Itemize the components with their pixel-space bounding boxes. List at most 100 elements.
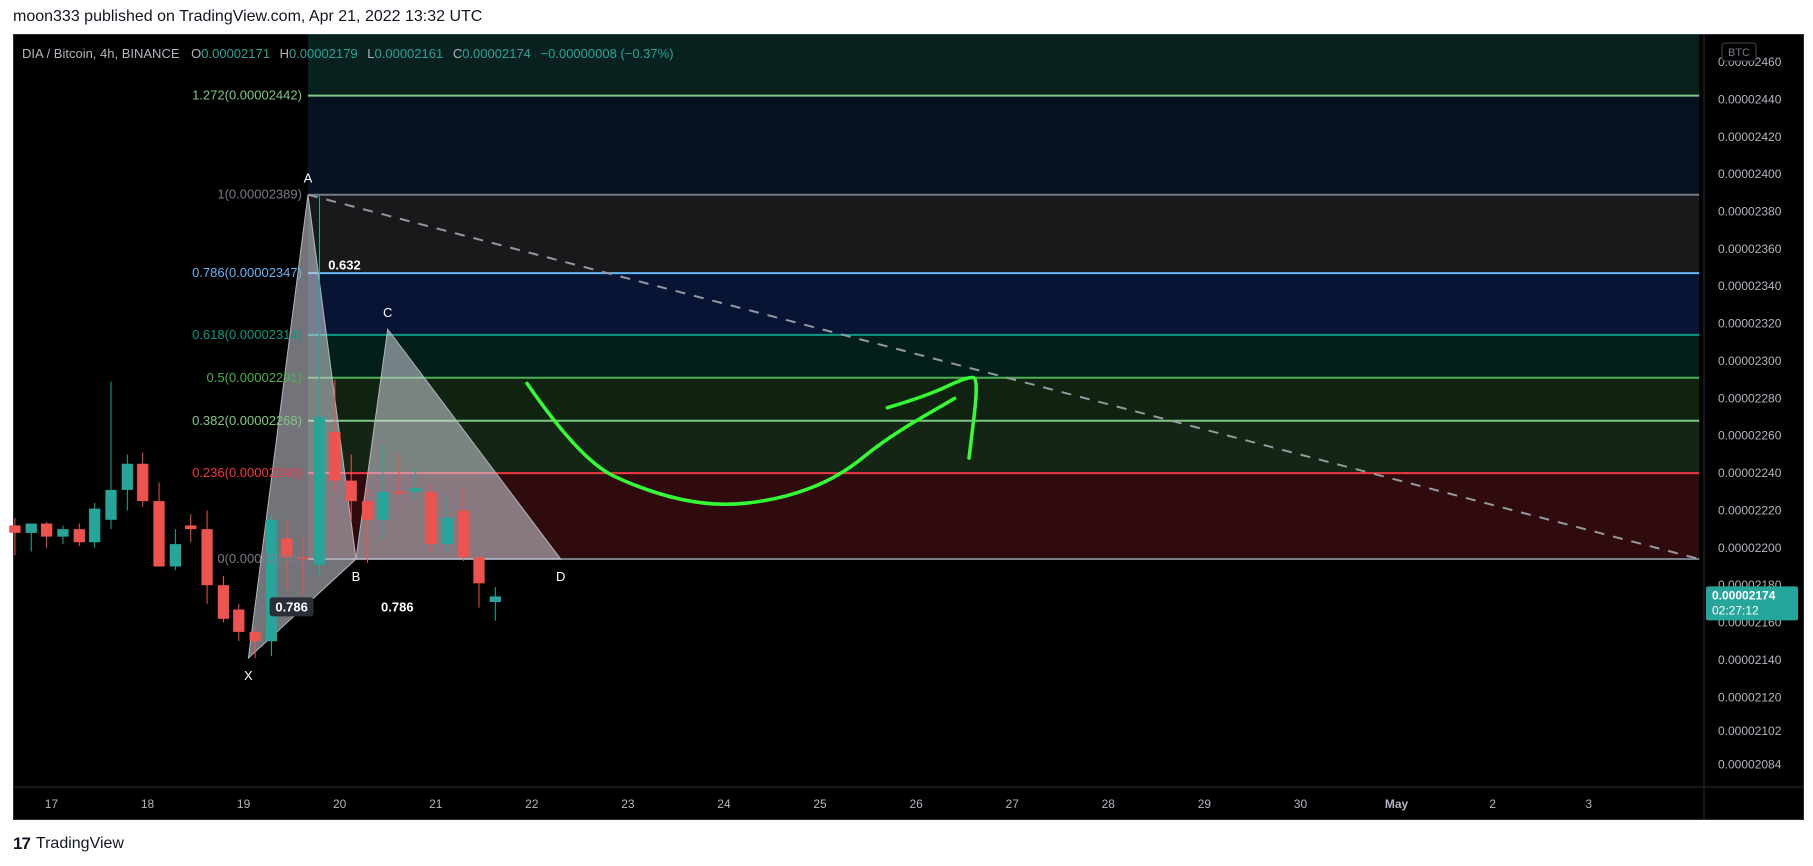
ratio-label-0: 0.786 <box>275 599 308 614</box>
legend-low-label: L <box>367 46 374 61</box>
legend-close: 0.00002174 <box>462 46 531 61</box>
svg-text:DIA / Bitcoin, 4h, BINANCE: DIA / Bitcoin, 4h, BINANCE O0.00002171 H… <box>22 46 674 61</box>
candle-body-3[interactable] <box>57 529 69 537</box>
y-tick-10: 0.00002260 <box>1718 429 1782 443</box>
x-tick-28: 28 <box>1102 797 1116 811</box>
y-tick-11: 0.00002240 <box>1718 466 1782 480</box>
candle-body-22[interactable] <box>361 501 374 520</box>
candle-body-0[interactable] <box>9 525 21 533</box>
fib-zones <box>307 34 1700 560</box>
y-tick-12: 0.00002220 <box>1718 503 1782 517</box>
x-tick-May: May <box>1385 797 1409 811</box>
y-tick-16: 0.00002140 <box>1718 653 1782 667</box>
x-tick-17: 17 <box>45 797 59 811</box>
candle-body-28[interactable] <box>457 510 470 558</box>
pattern-point-a: A <box>304 171 313 186</box>
legend-symbol: DIA / Bitcoin, 4h, BINANCE <box>22 46 180 61</box>
x-tick-18: 18 <box>141 797 155 811</box>
candle-body-24[interactable] <box>393 491 405 494</box>
fib-zone-3 <box>307 273 1700 335</box>
y-tick-3: 0.00002400 <box>1718 167 1782 181</box>
y-tick-17: 0.00002120 <box>1718 690 1782 704</box>
y-tick-8: 0.00002300 <box>1718 354 1782 368</box>
ratio-label-1: 0.632 <box>328 257 361 272</box>
tradingview-logo-icon: 17 <box>13 834 31 853</box>
price-tag-countdown: 02:27:12 <box>1712 603 1759 617</box>
fib-zone-6 <box>307 420 1700 474</box>
y-tick-5: 0.00002360 <box>1718 242 1782 256</box>
pattern-point-x: X <box>244 668 253 683</box>
candle-body-5[interactable] <box>89 508 101 543</box>
x-tick-22: 22 <box>525 797 539 811</box>
candle-body-10[interactable] <box>169 544 181 567</box>
candle-body-25[interactable] <box>409 488 422 492</box>
x-tick-3: 3 <box>1585 797 1592 811</box>
price-axis[interactable]: 0.000024600.000024400.000024200.00002400… <box>1718 55 1782 772</box>
ratio-label-2: 0.786 <box>381 599 414 614</box>
candle-body-23[interactable] <box>377 491 389 520</box>
legend-close-label: C <box>453 46 462 61</box>
footer: 17 TradingView <box>13 834 124 854</box>
fib-zone-0 <box>307 34 1700 96</box>
fib-zone-1 <box>307 95 1700 195</box>
fib-zone-4 <box>307 334 1700 378</box>
fib-label-0.236: 0.236(0.00002240) <box>192 465 302 480</box>
candle-body-12[interactable] <box>201 529 213 586</box>
legend-high-label: H <box>280 46 289 61</box>
fib-label-1: 1(0.00002389) <box>217 187 302 202</box>
candle-body-15[interactable] <box>249 631 261 642</box>
legend-open: 0.00002171 <box>201 46 270 61</box>
y-tick-19: 0.00002084 <box>1718 758 1782 772</box>
candle-body-1[interactable] <box>25 523 37 533</box>
candle-body-16[interactable] <box>265 519 278 642</box>
fib-label-0: 0(0.00002194) <box>217 551 302 566</box>
y-tick-9: 0.00002280 <box>1718 391 1782 405</box>
x-tick-19: 19 <box>237 797 251 811</box>
y-tick-18: 0.00002102 <box>1718 724 1782 738</box>
pattern-point-d: D <box>556 569 565 584</box>
candle-body-6[interactable] <box>105 489 117 520</box>
candle-body-20[interactable] <box>329 431 341 481</box>
fib-label-0.382: 0.382(0.00002268) <box>192 413 302 428</box>
y-tick-1: 0.00002440 <box>1718 92 1782 106</box>
y-tick-6: 0.00002340 <box>1718 279 1782 293</box>
x-tick-30: 30 <box>1294 797 1308 811</box>
candle-body-4[interactable] <box>73 529 85 543</box>
x-tick-23: 23 <box>621 797 635 811</box>
fib-label-0.5: 0.5(0.00002291) <box>207 370 302 385</box>
pattern-point-c: C <box>383 305 392 320</box>
time-axis[interactable]: 17 18 19 20 21 22 23 24 25 26 27 28 29 30 May 2 3 <box>45 797 1593 811</box>
y-tick-7: 0.00002320 <box>1718 317 1782 331</box>
candle-body-2[interactable] <box>41 523 53 537</box>
footer-brand: TradingView <box>35 835 124 852</box>
candle-body-9[interactable] <box>153 501 165 567</box>
fib-label-0.618: 0.618(0.00002314) <box>192 327 302 342</box>
y-tick-4: 0.00002380 <box>1718 205 1782 219</box>
legend-high: 0.00002179 <box>289 46 358 61</box>
candle-body-11[interactable] <box>185 525 197 530</box>
fib-zone-2 <box>307 194 1700 274</box>
candle-body-27[interactable] <box>441 517 453 545</box>
candle-body-21[interactable] <box>345 480 357 502</box>
candle-body-13[interactable] <box>217 585 230 619</box>
candle-body-19[interactable] <box>313 417 326 565</box>
x-tick-29: 29 <box>1198 797 1212 811</box>
legend-low: 0.00002161 <box>375 46 444 61</box>
x-tick-2: 2 <box>1489 797 1496 811</box>
candle-body-7[interactable] <box>121 463 133 490</box>
legend-change: −0.00000008 (−0.37%) <box>541 46 674 61</box>
currency-badge[interactable]: BTC <box>1728 47 1750 59</box>
chart[interactable]: 1.272(0.00002442) 1(0.00002389) 0.786(0.00… <box>0 0 1813 866</box>
candle-body-14[interactable] <box>233 609 245 632</box>
x-tick-26: 26 <box>909 797 923 811</box>
y-tick-2: 0.00002420 <box>1718 130 1782 144</box>
price-tag-value: 0.00002174 <box>1712 588 1776 602</box>
candle-body-26[interactable] <box>425 491 437 545</box>
x-tick-24: 24 <box>717 797 731 811</box>
candle-body-29[interactable] <box>473 557 485 584</box>
x-tick-27: 27 <box>1006 797 1020 811</box>
candle-body-8[interactable] <box>137 463 149 502</box>
fib-label-1.272: 1.272(0.00002442) <box>192 88 302 103</box>
candle-body-30[interactable] <box>489 596 501 603</box>
legend-open-label: O <box>191 46 201 61</box>
